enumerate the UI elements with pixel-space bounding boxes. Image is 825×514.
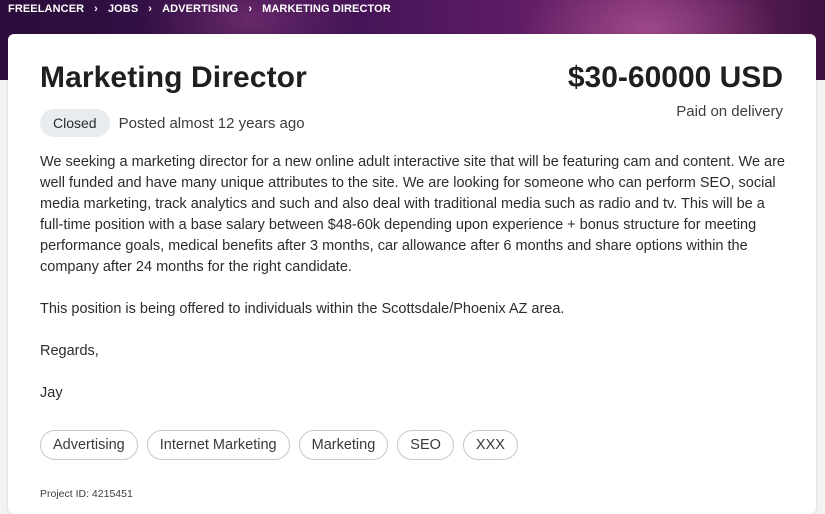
chevron-right-icon: › bbox=[94, 3, 98, 15]
tag-advertising[interactable]: Advertising bbox=[40, 430, 138, 460]
status-row: Closed Posted almost 12 years ago bbox=[40, 109, 305, 137]
chevron-right-icon: › bbox=[248, 3, 253, 15]
tag-marketing[interactable]: Marketing bbox=[298, 430, 389, 460]
breadcrumb-jobs[interactable]: JOBS bbox=[108, 3, 138, 15]
tag-xxx[interactable]: XXX bbox=[462, 430, 518, 460]
job-description: We seeking a marketing director for a ne… bbox=[40, 152, 785, 425]
description-paragraph: We seeking a marketing director for a ne… bbox=[40, 154, 785, 275]
job-budget: $30-60000 USD bbox=[567, 61, 783, 94]
breadcrumb-current[interactable]: MARKETING DIRECTOR bbox=[262, 3, 391, 15]
job-details-card: Marketing Director $30-60000 USD Paid on… bbox=[8, 34, 816, 514]
chevron-right-icon: › bbox=[148, 3, 153, 15]
job-title: Marketing Director bbox=[40, 61, 307, 94]
tag-seo[interactable]: SEO bbox=[397, 430, 454, 460]
description-paragraph: Jay bbox=[40, 385, 63, 401]
skill-tags: Advertising Internet Marketing Marketing… bbox=[40, 430, 527, 460]
status-badge: Closed bbox=[40, 109, 110, 137]
breadcrumb-freelancer[interactable]: FREELANCER bbox=[8, 3, 84, 15]
description-paragraph: Regards, bbox=[40, 343, 99, 359]
posted-time: Posted almost 12 years ago bbox=[118, 114, 305, 132]
breadcrumb: FREELANCER › JOBS › ADVERTISING › MARKET… bbox=[8, 2, 391, 16]
payment-terms: Paid on delivery bbox=[676, 103, 783, 120]
project-id: Project ID: 4215451 bbox=[40, 488, 133, 500]
breadcrumb-advertising[interactable]: ADVERTISING bbox=[162, 3, 238, 15]
description-paragraph: This position is being offered to indivi… bbox=[40, 301, 565, 317]
tag-internet-marketing[interactable]: Internet Marketing bbox=[146, 430, 290, 460]
